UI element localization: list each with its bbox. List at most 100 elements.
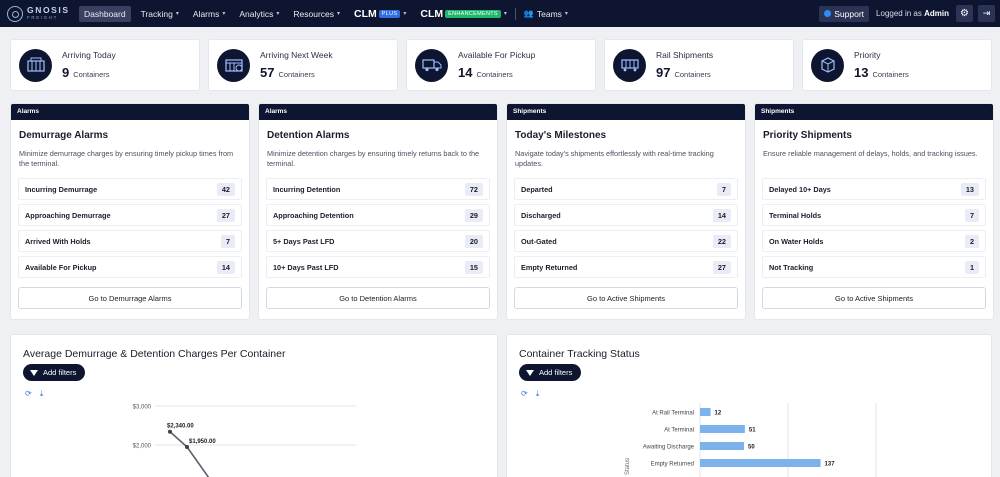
card-header: Alarms [11,104,249,120]
chevron-down-icon: ▾ [175,11,179,17]
count-badge: 14 [712,208,731,222]
stat-title: Arriving Next Week [260,50,333,60]
card-title: Priority Shipments [763,130,852,141]
stat-unit: Containers [872,70,909,79]
category-label: At Rail Terminal [652,411,694,417]
nav-teams[interactable]: 👥 Teams ▾ [524,9,568,19]
stat-title: Priority [854,50,881,60]
stat-card-rail-shipments[interactable]: Rail Shipments 97 Containers [604,39,794,91]
nav-tracking[interactable]: Tracking ▾ [141,9,179,19]
bar [700,442,744,450]
count-badge: 27 [216,208,235,222]
data-point [168,429,172,434]
enhancements-badge: ENHANCEMENTS [445,9,501,18]
list-item[interactable]: Available For Pickup 14 [18,256,242,278]
container-stack-icon [19,48,52,82]
go-to-active-shipments-button[interactable]: Go to Active Shipments [762,287,986,309]
card-title: Today's Milestones [515,130,607,141]
card-todays-milestones: Shipments Today's Milestones Navigate to… [506,103,746,320]
count-badge: 29 [464,208,483,222]
plus-badge: PLUS [378,9,401,18]
count-badge: 7 [220,234,235,248]
settings-button[interactable]: ⚙ [956,5,973,22]
data-label: 50 [748,445,755,451]
logo-text: GNOSIS [27,4,70,15]
go-to-detention-alarms-button[interactable]: Go to Detention Alarms [266,287,490,309]
logo-subtext: FREIGHT [27,14,58,20]
y-tick-label: $3,000 [133,405,152,411]
count-badge: 1 [964,260,979,274]
stat-value: 14 [458,65,473,80]
nav-analytics[interactable]: Analytics ▾ [239,9,279,19]
data-point [185,444,189,449]
count-badge: 7 [716,182,731,196]
stat-card-priority[interactable]: Priority 13 Containers [802,39,992,91]
chart-card-tracking-status: Container Tracking Status Add filters ⟳ … [506,334,992,477]
logout-button[interactable]: ⇥ [978,5,995,22]
stat-unit: Containers [73,70,110,79]
chevron-down-icon: ▾ [564,11,568,17]
card-title: Detention Alarms [267,130,350,141]
nav-clm-plus[interactable]: CLM PLUS ▾ [354,8,406,20]
count-badge: 27 [712,260,731,274]
list-item[interactable]: Approaching Demurrage 27 [18,204,242,226]
card-detention-alarms: Alarms Detention Alarms Minimize detenti… [258,103,498,320]
list-item[interactable]: 5+ Days Past LFD 20 [266,230,490,252]
list-item[interactable]: On Water Holds 2 [762,230,986,252]
count-badge: 7 [964,208,979,222]
gnosis-logo[interactable]: GNOSIS FREIGHT [7,4,79,22]
teams-icon: 👥 [523,9,534,18]
list-item[interactable]: Empty Returned 27 [514,256,738,278]
count-badge: 2 [964,234,979,248]
box-icon [811,48,844,82]
stat-card-arriving-next-week[interactable]: Arriving Next Week 57 Containers [208,39,398,91]
stat-unit: Containers [476,70,513,79]
calendar-container-icon [217,48,250,82]
list-item[interactable]: 10+ Days Past LFD 15 [266,256,490,278]
list-item[interactable]: Not Tracking 1 [762,256,986,278]
list-item[interactable]: Departed 7 [514,178,738,200]
list-item[interactable]: Discharged 14 [514,204,738,226]
chevron-down-icon: ▾ [403,11,407,17]
user-name: Admin [924,9,949,18]
card-header: Shipments [755,104,993,120]
list-item[interactable]: Incurring Detention 72 [266,178,490,200]
category-label: Awaiting Discharge [643,445,695,451]
list-item[interactable]: Incurring Demurrage 42 [18,178,242,200]
stat-card-arriving-today[interactable]: Arriving Today 9 Containers [10,39,200,91]
bar [700,459,821,467]
nav-alarms[interactable]: Alarms ▾ [193,9,225,19]
list-item[interactable]: Delayed 10+ Days 13 [762,178,986,200]
list-item[interactable]: Approaching Detention 29 [266,204,490,226]
count-badge: 22 [712,234,731,248]
go-to-demurrage-alarms-button[interactable]: Go to Demurrage Alarms [18,287,242,309]
list-item[interactable]: Arrived With Holds 7 [18,230,242,252]
nav-resources[interactable]: Resources ▾ [293,9,340,19]
card-description: Minimize detention charges by ensuring t… [267,149,480,168]
list-item[interactable]: Terminal Holds 7 [762,204,986,226]
category-label: Empty Returned [651,462,694,468]
data-label: 51 [749,428,756,434]
card-header: Alarms [259,104,497,120]
truck-icon [415,48,448,82]
support-button[interactable]: Support [819,5,870,22]
chevron-down-icon: ▾ [276,11,280,17]
nav-dashboard[interactable]: Dashboard [79,5,131,22]
chevron-down-icon: ▾ [222,11,226,17]
card-header: Shipments [507,104,745,120]
go-to-active-shipments-button[interactable]: Go to Active Shipments [514,287,738,309]
y-tick-label: $2,000 [133,444,152,450]
bar [700,425,745,433]
stat-card-available-for-pickup[interactable]: Available For Pickup 14 Containers [406,39,596,91]
nav-divider [514,7,516,20]
list-item[interactable]: Out-Gated 22 [514,230,738,252]
chevron-down-icon: ▾ [503,11,507,17]
logo-icon [7,5,23,22]
y-axis-label: Status [625,458,631,475]
stat-value: 9 [62,65,70,80]
chart-card-demurrage: Average Demurrage & Detention Charges Pe… [10,334,498,477]
nav-clm-enhancements[interactable]: CLM ENHANCEMENTS ▾ [420,8,507,20]
count-badge: 20 [464,234,483,248]
stat-title: Available For Pickup [458,50,536,60]
card-demurrage-alarms: Alarms Demurrage Alarms Minimize demurra… [10,103,250,320]
